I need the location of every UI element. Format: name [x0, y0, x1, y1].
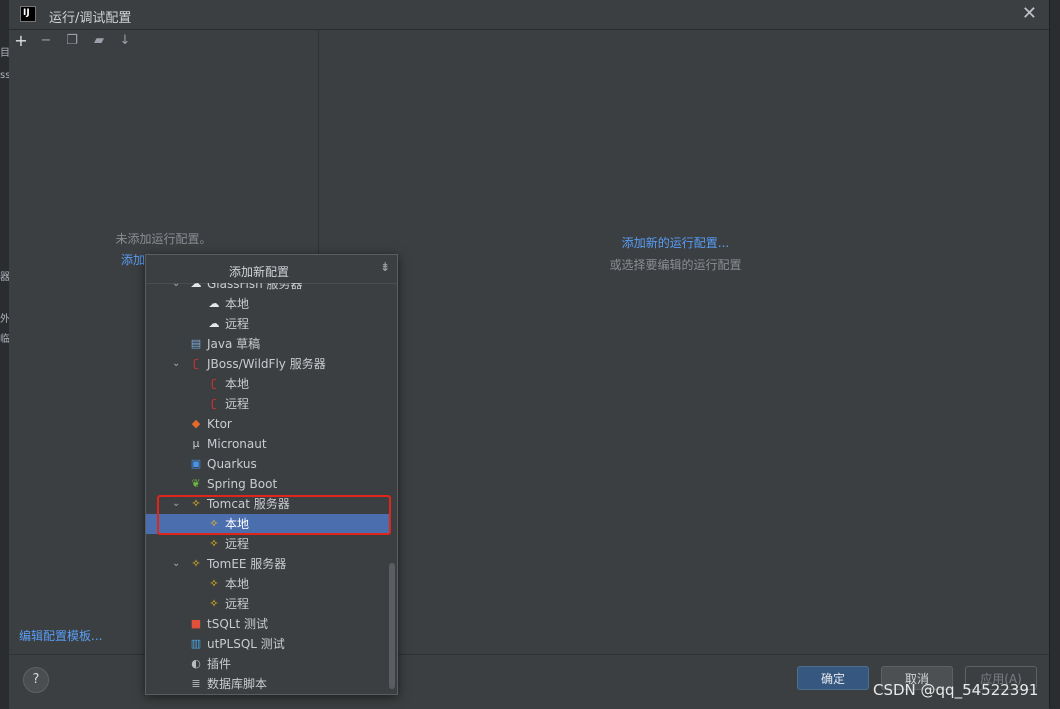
add-icon[interactable]: + — [12, 32, 30, 50]
tree-item[interactable]: ⌄ ʗ JBoss/WildFly 服务器 — [146, 354, 390, 374]
tree-item-label: Spring Boot — [207, 477, 278, 491]
tomcat-icon: ✧ — [191, 497, 201, 510]
tree-item-label: 本地 — [225, 377, 250, 391]
close-icon[interactable]: ✕ — [1022, 3, 1037, 24]
jboss-icon: ʗ — [193, 357, 199, 370]
bg-glyph: ss — [0, 70, 9, 81]
tree-item-label: JBoss/WildFly 服务器 — [207, 357, 326, 371]
tree-item-label: TomEE 服务器 — [207, 557, 287, 571]
bg-glyph: 临 — [0, 334, 9, 345]
tree-item[interactable]: ▤ Java 草稿 — [146, 334, 390, 354]
chevron-down-icon[interactable]: ⌄ — [172, 354, 184, 374]
tree-item-label: Ktor — [207, 417, 232, 431]
background-ide-right-edge — [1049, 0, 1060, 708]
jboss-icon: ʗ — [211, 377, 217, 390]
spring-boot-icon: ❦ — [191, 477, 201, 490]
tree-item-label: GlassFish 服务器 — [207, 283, 303, 291]
tree-item[interactable]: ✧ 远程 — [146, 594, 390, 614]
edit-templates-link[interactable]: 编辑配置模板... — [19, 627, 102, 644]
tree-item-label: tSQLt 测试 — [207, 617, 268, 631]
tree-item[interactable]: ☁ 本地 — [146, 294, 390, 314]
glassfish-icon: ☁ — [208, 317, 220, 330]
chevron-down-icon[interactable]: ⌄ — [172, 554, 184, 574]
tree-item[interactable]: ⌄ ✧ Tomcat 服务器 — [146, 494, 390, 514]
tree-item[interactable]: ⌄ ✧ TomEE 服务器 — [146, 554, 390, 574]
utplsql-icon: ▥ — [190, 637, 202, 650]
tomee-icon: ✧ — [209, 597, 219, 610]
java-scratch-icon: ▤ — [190, 337, 202, 350]
tsqlt-icon: ■ — [190, 617, 202, 630]
tree-item-label: Tomcat 服务器 — [207, 497, 290, 511]
jboss-icon: ʗ — [211, 397, 217, 410]
tree-item-label: 数据库脚本 — [207, 677, 268, 691]
tree-item[interactable]: ʗ 本地 — [146, 374, 390, 394]
tree-item-label: 远程 — [225, 317, 250, 331]
tomcat-icon: ✧ — [209, 517, 219, 530]
popup-scrollbar[interactable] — [389, 563, 395, 689]
csdn-watermark: CSDN @qq_54522391 — [873, 681, 1039, 699]
copy-icon[interactable]: ❐ — [63, 32, 81, 50]
tree-item-label: Quarkus — [207, 457, 257, 471]
tree-item[interactable]: ▥ utPLSQL 测试 — [146, 634, 390, 654]
collapse-all-icon[interactable]: ⇟ — [380, 260, 390, 274]
tree-item[interactable]: ⌄ ☁ GlassFish 服务器 — [146, 283, 390, 294]
tree-item-label: utPLSQL 测试 — [207, 637, 285, 651]
intellij-logo-icon: IJ — [20, 6, 36, 22]
bg-glyph: 器 — [0, 272, 9, 283]
config-toolbar: + − ❐ ▰ ↓ — [9, 30, 318, 52]
popup-title: 添加新配置 — [228, 265, 289, 279]
empty-config-message: 未添加运行配置。 — [115, 232, 212, 246]
add-new-config-link[interactable]: 添加新的运行配置... — [319, 234, 1032, 251]
chevron-down-icon[interactable]: ⌄ — [172, 283, 184, 294]
tree-item-label: 插件 — [207, 657, 232, 671]
select-config-hint: 或选择要编辑的运行配置 — [609, 258, 742, 272]
config-type-tree: ⌄ ☁ GlassFish 服务器 ☁ 本地 ☁ 远程 ▤ Java 草稿 ⌄ ʗ JBoss/Wil… — [146, 283, 390, 694]
sort-icon[interactable]: ↓ — [116, 32, 134, 50]
tree-item[interactable]: ✧ 本地 — [146, 514, 390, 534]
tomee-icon: ✧ — [191, 557, 201, 570]
glassfish-icon: ☁ — [190, 283, 202, 290]
chevron-down-icon[interactable]: ⌄ — [172, 494, 184, 514]
tomee-icon: ✧ — [209, 577, 219, 590]
tree-item-label: 远程 — [225, 397, 250, 411]
ktor-icon: ◆ — [191, 417, 201, 430]
tree-item[interactable]: ◐ 插件 — [146, 654, 390, 674]
ok-button[interactable]: 确定 — [797, 666, 869, 690]
dialog-title: 运行/调试配置 — [49, 11, 132, 26]
panel-scrollbar[interactable] — [1043, 30, 1049, 654]
tree-item[interactable]: ❦ Spring Boot — [146, 474, 390, 494]
tree-item-label: 本地 — [225, 517, 250, 531]
bg-glyph: 外 — [0, 314, 9, 325]
remove-icon[interactable]: − — [37, 32, 55, 50]
tree-item[interactable]: ◆ Ktor — [146, 414, 390, 434]
tomcat-icon: ✧ — [209, 537, 219, 550]
tree-item-label: 本地 — [225, 297, 250, 311]
tree-item[interactable]: ✧ 本地 — [146, 574, 390, 594]
micronaut-icon: μ — [192, 437, 200, 450]
tree-item[interactable]: ▣ Quarkus — [146, 454, 390, 474]
tree-item[interactable]: ≣ 数据库脚本 — [146, 674, 390, 694]
bg-glyph: 目 — [0, 48, 9, 59]
tree-item[interactable]: ☁ 远程 — [146, 314, 390, 334]
config-detail-panel: 添加新的运行配置... 或选择要编辑的运行配置 — [319, 30, 1049, 654]
tree-item[interactable]: ʗ 远程 — [146, 394, 390, 414]
tree-item[interactable]: ■ tSQLt 测试 — [146, 614, 390, 634]
popup-header: 添加新配置 ⇟ — [146, 255, 397, 284]
tree-item-label: 远程 — [225, 537, 250, 551]
tree-item-label: 本地 — [225, 577, 250, 591]
add-new-config-popup: 添加新配置 ⇟ ⌄ ☁ GlassFish 服务器 ☁ 本地 ☁ 远程 ▤ Java 草稿 ⌄ ʗ J… — [145, 254, 398, 695]
help-button[interactable]: ? — [23, 667, 49, 693]
tree-item-label: Micronaut — [207, 437, 267, 451]
folder-icon[interactable]: ▰ — [90, 32, 108, 50]
tree-item[interactable]: μ Micronaut — [146, 434, 390, 454]
dialog-titlebar: IJ 运行/调试配置 ✕ — [9, 0, 1049, 30]
tree-item-label: Java 草稿 — [207, 337, 261, 351]
plugin-icon: ◐ — [191, 657, 201, 670]
quarkus-icon: ▣ — [190, 457, 202, 470]
database-script-icon: ≣ — [191, 677, 201, 690]
glassfish-icon: ☁ — [208, 297, 220, 310]
tree-item[interactable]: ✧ 远程 — [146, 534, 390, 554]
tree-item-label: 远程 — [225, 597, 250, 611]
